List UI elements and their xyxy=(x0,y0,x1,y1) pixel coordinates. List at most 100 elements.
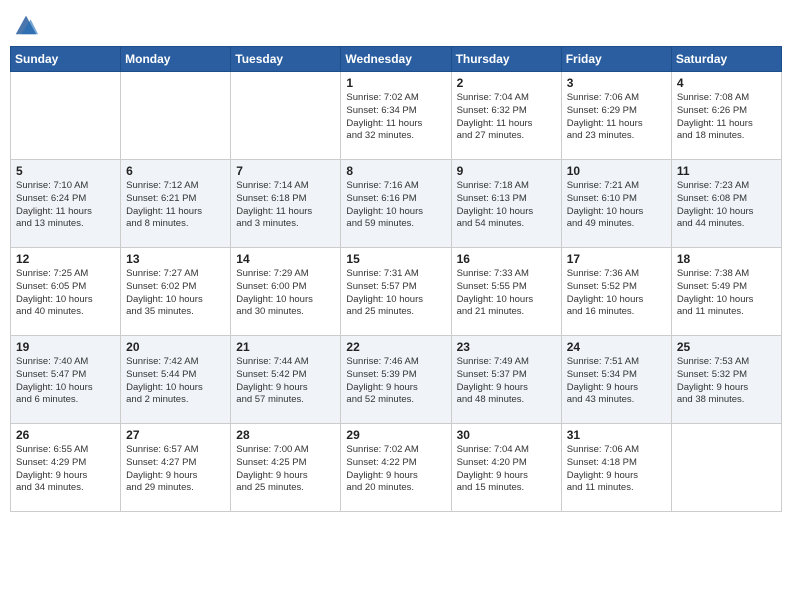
day-number: 3 xyxy=(567,76,666,90)
day-info: Sunrise: 7:14 AM Sunset: 6:18 PM Dayligh… xyxy=(236,180,335,231)
day-info: Sunrise: 7:08 AM Sunset: 6:26 PM Dayligh… xyxy=(677,92,776,143)
day-info: Sunrise: 7:33 AM Sunset: 5:55 PM Dayligh… xyxy=(457,268,556,319)
calendar-cell xyxy=(671,424,781,512)
header xyxy=(10,10,782,38)
calendar-cell: 13 Sunrise: 7:27 AM Sunset: 6:02 PM Dayli… xyxy=(121,248,231,336)
calendar-table: SundayMondayTuesdayWednesdayThursdayFrid… xyxy=(10,46,782,512)
weekday-header: Friday xyxy=(561,47,671,72)
page: SundayMondayTuesdayWednesdayThursdayFrid… xyxy=(0,0,792,612)
calendar-cell: 22Sunrise: 7:46 AM Sunset: 5:39 PM Dayli… xyxy=(341,336,451,424)
calendar-week-row: 1 Sunrise: 7:02 AM Sunset: 6:34 PM Daylig… xyxy=(11,72,782,160)
weekday-header: Monday xyxy=(121,47,231,72)
day-number: 4 xyxy=(677,76,776,90)
calendar-cell: 23 Sunrise: 7:49 AM Sunset: 5:37 PM Dayli… xyxy=(451,336,561,424)
calendar-cell: 11Sunrise: 7:23 AM Sunset: 6:08 PM Dayli… xyxy=(671,160,781,248)
calendar-cell: 21 Sunrise: 7:44 AM Sunset: 5:42 PM Dayli… xyxy=(231,336,341,424)
logo-icon xyxy=(12,10,40,38)
day-info: Sunrise: 7:00 AM Sunset: 4:25 PM Dayligh… xyxy=(236,444,335,495)
calendar-cell: 30 Sunrise: 7:04 AM Sunset: 4:20 PM Dayli… xyxy=(451,424,561,512)
day-number: 17 xyxy=(567,252,666,266)
day-number: 22 xyxy=(346,340,445,354)
day-number: 1 xyxy=(346,76,445,90)
day-info: Sunrise: 7:04 AM Sunset: 4:20 PM Dayligh… xyxy=(457,444,556,495)
calendar-cell: 9Sunrise: 7:18 AM Sunset: 6:13 PM Daylig… xyxy=(451,160,561,248)
day-info: Sunrise: 7:04 AM Sunset: 6:32 PM Dayligh… xyxy=(457,92,556,143)
day-number: 10 xyxy=(567,164,666,178)
calendar-cell: 10 Sunrise: 7:21 AM Sunset: 6:10 PM Dayli… xyxy=(561,160,671,248)
calendar-cell: 3 Sunrise: 7:06 AM Sunset: 6:29 PM Daylig… xyxy=(561,72,671,160)
calendar-cell: 25 Sunrise: 7:53 AM Sunset: 5:32 PM Dayli… xyxy=(671,336,781,424)
calendar-header-row: SundayMondayTuesdayWednesdayThursdayFrid… xyxy=(11,47,782,72)
calendar-cell: 7 Sunrise: 7:14 AM Sunset: 6:18 PM Daylig… xyxy=(231,160,341,248)
day-info: Sunrise: 7:38 AM Sunset: 5:49 PM Dayligh… xyxy=(677,268,776,319)
calendar-cell xyxy=(121,72,231,160)
calendar-cell: 2Sunrise: 7:04 AM Sunset: 6:32 PM Daylig… xyxy=(451,72,561,160)
calendar-cell: 18 Sunrise: 7:38 AM Sunset: 5:49 PM Dayli… xyxy=(671,248,781,336)
day-number: 14 xyxy=(236,252,335,266)
weekday-header: Sunday xyxy=(11,47,121,72)
day-number: 26 xyxy=(16,428,115,442)
calendar-cell: 24Sunrise: 7:51 AM Sunset: 5:34 PM Dayli… xyxy=(561,336,671,424)
calendar-cell: 14 Sunrise: 7:29 AM Sunset: 6:00 PM Dayli… xyxy=(231,248,341,336)
day-number: 16 xyxy=(457,252,556,266)
weekday-header: Tuesday xyxy=(231,47,341,72)
day-number: 25 xyxy=(677,340,776,354)
weekday-header: Wednesday xyxy=(341,47,451,72)
calendar-cell: 28 Sunrise: 7:00 AM Sunset: 4:25 PM Dayli… xyxy=(231,424,341,512)
day-info: Sunrise: 7:02 AM Sunset: 6:34 PM Dayligh… xyxy=(346,92,445,143)
day-info: Sunrise: 7:06 AM Sunset: 6:29 PM Dayligh… xyxy=(567,92,666,143)
day-number: 5 xyxy=(16,164,115,178)
day-number: 8 xyxy=(346,164,445,178)
day-number: 15 xyxy=(346,252,445,266)
day-number: 12 xyxy=(16,252,115,266)
day-number: 24 xyxy=(567,340,666,354)
weekday-header: Thursday xyxy=(451,47,561,72)
calendar-cell: 19 Sunrise: 7:40 AM Sunset: 5:47 PM Dayli… xyxy=(11,336,121,424)
day-info: Sunrise: 7:12 AM Sunset: 6:21 PM Dayligh… xyxy=(126,180,225,231)
calendar-cell: 4 Sunrise: 7:08 AM Sunset: 6:26 PM Daylig… xyxy=(671,72,781,160)
day-info: Sunrise: 7:53 AM Sunset: 5:32 PM Dayligh… xyxy=(677,356,776,407)
day-info: Sunrise: 6:55 AM Sunset: 4:29 PM Dayligh… xyxy=(16,444,115,495)
weekday-header: Saturday xyxy=(671,47,781,72)
day-number: 18 xyxy=(677,252,776,266)
day-info: Sunrise: 7:44 AM Sunset: 5:42 PM Dayligh… xyxy=(236,356,335,407)
calendar-week-row: 19 Sunrise: 7:40 AM Sunset: 5:47 PM Dayli… xyxy=(11,336,782,424)
day-number: 13 xyxy=(126,252,225,266)
calendar-cell: 26 Sunrise: 6:55 AM Sunset: 4:29 PM Dayli… xyxy=(11,424,121,512)
day-info: Sunrise: 7:21 AM Sunset: 6:10 PM Dayligh… xyxy=(567,180,666,231)
day-info: Sunrise: 7:10 AM Sunset: 6:24 PM Dayligh… xyxy=(16,180,115,231)
day-info: Sunrise: 6:57 AM Sunset: 4:27 PM Dayligh… xyxy=(126,444,225,495)
day-info: Sunrise: 7:31 AM Sunset: 5:57 PM Dayligh… xyxy=(346,268,445,319)
day-info: Sunrise: 7:06 AM Sunset: 4:18 PM Dayligh… xyxy=(567,444,666,495)
day-number: 30 xyxy=(457,428,556,442)
logo xyxy=(10,10,40,38)
calendar-week-row: 12 Sunrise: 7:25 AM Sunset: 6:05 PM Dayli… xyxy=(11,248,782,336)
calendar-cell: 16 Sunrise: 7:33 AM Sunset: 5:55 PM Dayli… xyxy=(451,248,561,336)
day-number: 31 xyxy=(567,428,666,442)
day-info: Sunrise: 7:16 AM Sunset: 6:16 PM Dayligh… xyxy=(346,180,445,231)
day-number: 28 xyxy=(236,428,335,442)
calendar-cell: 6Sunrise: 7:12 AM Sunset: 6:21 PM Daylig… xyxy=(121,160,231,248)
day-number: 21 xyxy=(236,340,335,354)
calendar-cell: 12 Sunrise: 7:25 AM Sunset: 6:05 PM Dayli… xyxy=(11,248,121,336)
day-number: 19 xyxy=(16,340,115,354)
calendar-cell: 5 Sunrise: 7:10 AM Sunset: 6:24 PM Daylig… xyxy=(11,160,121,248)
day-info: Sunrise: 7:42 AM Sunset: 5:44 PM Dayligh… xyxy=(126,356,225,407)
day-info: Sunrise: 7:29 AM Sunset: 6:00 PM Dayligh… xyxy=(236,268,335,319)
day-info: Sunrise: 7:25 AM Sunset: 6:05 PM Dayligh… xyxy=(16,268,115,319)
calendar-cell: 20Sunrise: 7:42 AM Sunset: 5:44 PM Dayli… xyxy=(121,336,231,424)
calendar-cell: 1 Sunrise: 7:02 AM Sunset: 6:34 PM Daylig… xyxy=(341,72,451,160)
calendar-cell: 17Sunrise: 7:36 AM Sunset: 5:52 PM Dayli… xyxy=(561,248,671,336)
day-number: 29 xyxy=(346,428,445,442)
calendar-cell: 8 Sunrise: 7:16 AM Sunset: 6:16 PM Daylig… xyxy=(341,160,451,248)
calendar-week-row: 5 Sunrise: 7:10 AM Sunset: 6:24 PM Daylig… xyxy=(11,160,782,248)
day-info: Sunrise: 7:23 AM Sunset: 6:08 PM Dayligh… xyxy=(677,180,776,231)
day-info: Sunrise: 7:40 AM Sunset: 5:47 PM Dayligh… xyxy=(16,356,115,407)
day-number: 23 xyxy=(457,340,556,354)
calendar-cell xyxy=(11,72,121,160)
day-info: Sunrise: 7:27 AM Sunset: 6:02 PM Dayligh… xyxy=(126,268,225,319)
day-info: Sunrise: 7:49 AM Sunset: 5:37 PM Dayligh… xyxy=(457,356,556,407)
day-number: 7 xyxy=(236,164,335,178)
calendar-cell: 31 Sunrise: 7:06 AM Sunset: 4:18 PM Dayli… xyxy=(561,424,671,512)
calendar-week-row: 26 Sunrise: 6:55 AM Sunset: 4:29 PM Dayli… xyxy=(11,424,782,512)
